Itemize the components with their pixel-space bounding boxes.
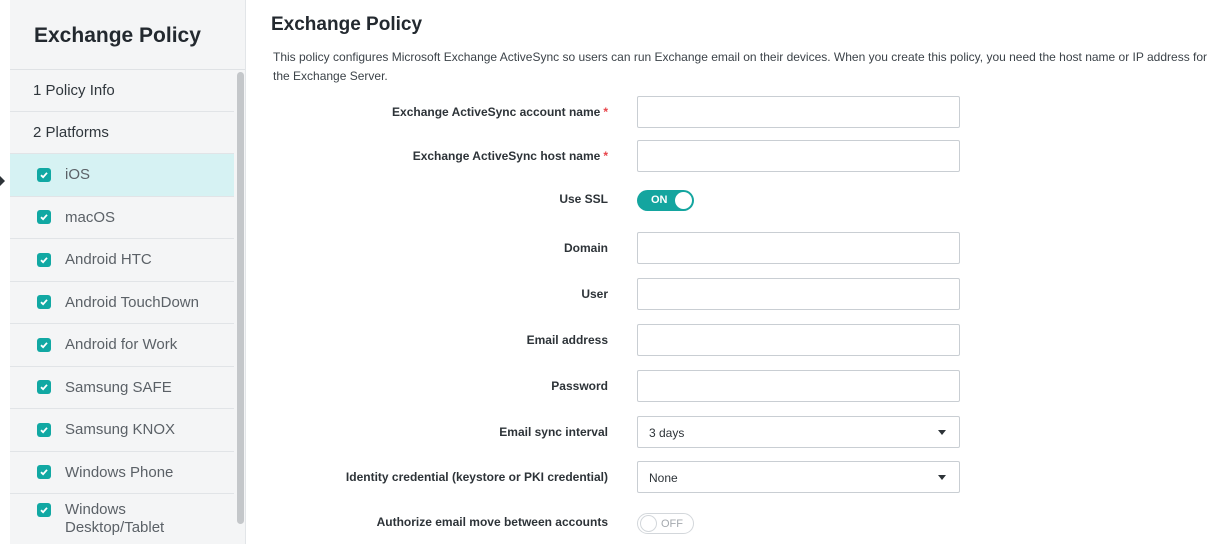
field-use-ssl: Use SSL ON	[263, 190, 1213, 230]
account-name-input[interactable]	[637, 96, 960, 128]
page-title: Exchange Policy	[271, 14, 423, 35]
platform-label: Windows Phone	[65, 463, 174, 481]
platform-item-windows-phone[interactable]: Windows Phone	[10, 452, 234, 494]
field-user: User	[263, 278, 1213, 318]
toggle-state: OFF	[661, 518, 683, 530]
platform-label: iOS	[65, 166, 91, 184]
platform-item-samsung-knox[interactable]: Samsung KNOX	[10, 409, 234, 452]
email-address-input[interactable]	[637, 324, 960, 356]
checkbox-checked-icon[interactable]	[37, 422, 51, 437]
platform-item-android-htc[interactable]: Android HTC	[10, 239, 234, 282]
toggle-knob	[640, 515, 657, 532]
platform-item-ios[interactable]: iOS	[10, 154, 234, 197]
platform-label: Android HTC	[65, 251, 152, 269]
platform-label: Samsung KNOX	[65, 421, 176, 439]
required-marker: *	[603, 105, 608, 119]
toggle-state: ON	[651, 194, 668, 206]
platform-item-macos[interactable]: macOS	[10, 197, 234, 239]
sidebar-scrollbar[interactable]	[235, 70, 245, 544]
active-indicator-icon	[0, 176, 5, 186]
field-password: Password	[263, 370, 1213, 410]
field-account-name: Exchange ActiveSync account name *	[263, 96, 1213, 136]
main-content: Exchange Policy This policy configures M…	[263, 0, 1213, 544]
user-input[interactable]	[637, 278, 960, 310]
sidebar-title: Exchange Policy	[10, 0, 245, 70]
platform-label: Android for Work	[65, 336, 178, 354]
sidebar: Exchange Policy 1 Policy Info 2 Platform…	[0, 0, 246, 544]
field-label: Use SSL	[559, 192, 608, 206]
platform-label: Windows Desktop/Tablet	[65, 501, 165, 536]
platform-label: Android TouchDown	[65, 293, 199, 311]
select-value: 3 days	[649, 426, 685, 440]
domain-input[interactable]	[637, 232, 960, 264]
field-label: Exchange ActiveSync host name *	[412, 149, 608, 163]
required-marker: *	[603, 149, 608, 163]
scrollbar-thumb[interactable]	[237, 72, 244, 524]
platform-item-windows-desktop-tablet[interactable]: Windows Desktop/Tablet	[10, 494, 234, 544]
email-sync-interval-select[interactable]: 3 days	[637, 416, 960, 448]
field-label: User	[581, 287, 608, 301]
select-value: None	[649, 471, 678, 485]
nav-platforms[interactable]: 2 Platforms	[10, 112, 234, 154]
nav-policy-info[interactable]: 1 Policy Info	[10, 70, 234, 112]
toggle-knob	[675, 192, 692, 209]
password-input[interactable]	[637, 370, 960, 402]
identity-credential-select[interactable]: None	[637, 461, 960, 493]
use-ssl-toggle[interactable]: ON	[637, 190, 694, 211]
field-label: Exchange ActiveSync account name *	[392, 105, 608, 119]
field-label: Email address	[526, 333, 608, 347]
platform-item-android-for-work[interactable]: Android for Work	[10, 324, 234, 367]
checkbox-checked-icon[interactable]	[37, 167, 51, 182]
field-email-sync-interval: Email sync interval 3 days	[263, 416, 1213, 456]
authorize-email-move-toggle[interactable]: OFF	[637, 513, 694, 534]
caret-down-icon	[938, 430, 946, 435]
platform-item-android-touchdown[interactable]: Android TouchDown	[10, 282, 234, 324]
caret-down-icon	[938, 475, 946, 480]
field-label: Identity credential (keystore or PKI cre…	[345, 470, 608, 484]
checkbox-checked-icon[interactable]	[37, 295, 51, 310]
checkbox-checked-icon[interactable]	[37, 210, 51, 225]
platform-label: macOS	[65, 208, 116, 226]
field-label: Password	[551, 379, 608, 393]
field-label: Domain	[563, 241, 608, 255]
field-authorize-email-move: Authorize email move between accounts OF…	[263, 513, 1213, 544]
platform-item-samsung-safe[interactable]: Samsung SAFE	[10, 367, 234, 409]
field-label: Authorize email move between accounts	[376, 515, 608, 529]
nav-list: 1 Policy Info 2 Platforms iOS macOS Andr…	[10, 70, 234, 544]
checkbox-checked-icon[interactable]	[37, 337, 51, 352]
platform-label: Samsung SAFE	[65, 378, 172, 396]
field-identity-credential: Identity credential (keystore or PKI cre…	[263, 461, 1213, 501]
field-host-name: Exchange ActiveSync host name *	[263, 140, 1213, 180]
field-email-address: Email address	[263, 324, 1213, 364]
host-name-input[interactable]	[637, 140, 960, 172]
checkbox-checked-icon[interactable]	[37, 252, 51, 267]
checkbox-checked-icon[interactable]	[37, 380, 51, 395]
field-label: Email sync interval	[499, 425, 608, 439]
field-domain: Domain	[263, 232, 1213, 272]
checkbox-checked-icon[interactable]	[37, 465, 51, 480]
page-description: This policy configures Microsoft Exchang…	[273, 50, 1208, 83]
